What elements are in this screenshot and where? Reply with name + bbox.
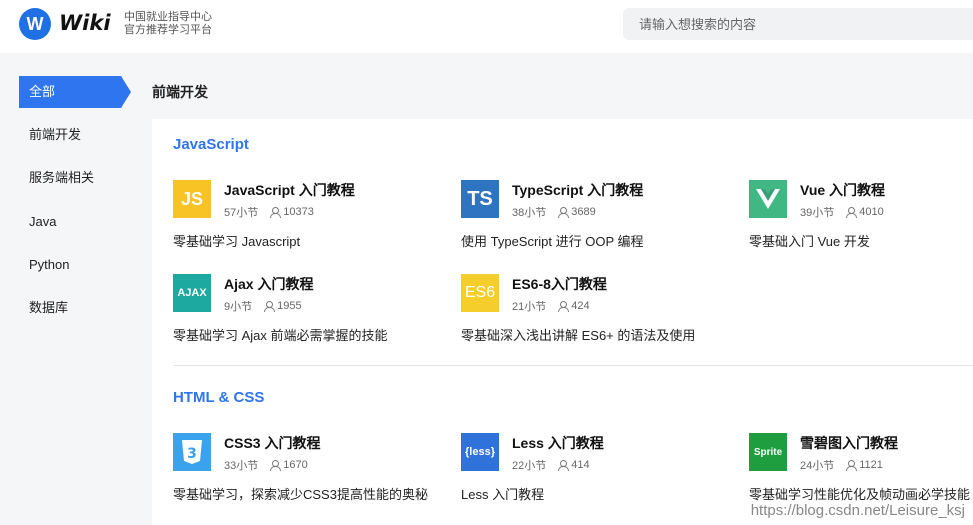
sidebar-item-frontend[interactable]: 前端开发 <box>19 119 119 151</box>
course-description: 使用 TypeScript 进行 OOP 编程 <box>461 234 644 249</box>
course-title[interactable]: Less 入门教程 <box>512 433 604 453</box>
learner-count: 10373 <box>283 206 314 218</box>
course-title[interactable]: Ajax 入门教程 <box>224 274 313 294</box>
typescript-icon: TS <box>461 180 499 218</box>
learners-icon <box>270 206 282 218</box>
sidebar-item-java[interactable]: Java <box>19 206 119 238</box>
learner-count: 414 <box>571 459 590 471</box>
sidebar-item-server[interactable]: 服务端相关 <box>19 162 119 194</box>
learners-icon <box>264 300 276 312</box>
learner-count: 3689 <box>571 206 596 218</box>
section-count: 24小节 <box>800 460 835 472</box>
section-count: 39小节 <box>800 207 835 219</box>
section-count: 9小节 <box>224 301 253 313</box>
course-title[interactable]: TypeScript 入门教程 <box>512 180 643 200</box>
tagline-line-2: 官方推荐学习平台 <box>124 24 212 36</box>
learner-count: 1955 <box>277 300 302 312</box>
learners-icon <box>558 206 570 218</box>
learner-count: 1121 <box>859 459 883 471</box>
course-card[interactable]: Sprite 雪碧图入门教程 24小节 1121 零基础学习性能优化及帧动画必学… <box>749 433 973 513</box>
watermark: https://blog.csdn.net/Leisure_ksj <box>750 502 965 519</box>
section-title-javascript: JavaScript <box>173 136 249 153</box>
top-header: W Wiki 中国就业指导中心 官方推荐学习平台 <box>0 0 973 53</box>
tagline: 中国就业指导中心 官方推荐学习平台 <box>124 11 212 37</box>
ajax-icon: AJAX <box>173 274 211 312</box>
course-description: 零基础深入浅出讲解 ES6+ 的语法及使用 <box>461 328 696 343</box>
sprite-icon: Sprite <box>749 433 787 471</box>
course-description: 零基础入门 Vue 开发 <box>749 234 870 249</box>
sidebar-item-python[interactable]: Python <box>19 249 119 281</box>
section-count: 22小节 <box>512 460 547 472</box>
sidebar-item-all[interactable]: 全部 <box>19 76 131 108</box>
search-input[interactable] <box>639 16 939 32</box>
learners-icon <box>270 459 282 471</box>
course-description: 零基础学习 Javascript <box>173 234 301 249</box>
course-description: Less 入门教程 <box>461 487 545 502</box>
course-card[interactable]: 3 CSS3 入门教程 33小节 1670 零基础学习，探索减少CSS3提高性能… <box>173 433 453 513</box>
sidebar-item-database[interactable]: 数据库 <box>19 292 119 324</box>
course-card[interactable]: Vue 入门教程 39小节 4010 零基础入门 Vue 开发 <box>749 180 973 260</box>
css3-icon: 3 <box>173 433 211 471</box>
less-icon: {less} <box>461 433 499 471</box>
course-card[interactable]: JS JavaScript 入门教程 57小节 10373 零基础学习 Java… <box>173 180 453 260</box>
course-meta: 21小节 424 <box>512 298 590 314</box>
tagline-line-1: 中国就业指导中心 <box>124 11 212 23</box>
learner-count: 1670 <box>283 459 308 471</box>
course-description: 零基础学习，探索减少CSS3提高性能的奥秘 <box>173 487 428 502</box>
course-title[interactable]: Vue 入门教程 <box>800 180 885 200</box>
javascript-icon: JS <box>173 180 211 218</box>
logo-text[interactable]: Wiki <box>59 11 111 35</box>
es6-icon: ES6 <box>461 274 499 312</box>
course-card[interactable]: TS TypeScript 入门教程 38小节 3689 使用 TypeScri… <box>461 180 741 260</box>
section-count: 38小节 <box>512 207 547 219</box>
course-card[interactable]: ES6 ES6-8入门教程 21小节 424 零基础深入浅出讲解 ES6+ 的语… <box>461 274 741 354</box>
course-meta: 24小节 1121 <box>800 457 883 473</box>
vue-icon <box>749 180 787 218</box>
course-description: 零基础学习 Ajax 前端必需掌握的技能 <box>173 328 388 343</box>
search-box[interactable] <box>623 8 973 40</box>
course-title[interactable]: CSS3 入门教程 <box>224 433 320 453</box>
learner-count: 4010 <box>859 206 884 218</box>
category-sidebar: 全部 前端开发 服务端相关 Java Python 数据库 <box>0 53 152 525</box>
learners-icon <box>558 300 570 312</box>
section-count: 33小节 <box>224 460 259 472</box>
section-count: 57小节 <box>224 207 259 219</box>
learners-icon <box>846 459 858 471</box>
course-meta: 22小节 414 <box>512 457 590 473</box>
course-meta: 57小节 10373 <box>224 204 314 220</box>
course-meta: 39小节 4010 <box>800 204 884 220</box>
learners-icon <box>846 206 858 218</box>
course-title[interactable]: JavaScript 入门教程 <box>224 180 355 200</box>
section-title-html-css: HTML & CSS <box>173 389 265 406</box>
course-card[interactable]: {less} Less 入门教程 22小节 414 Less 入门教程 <box>461 433 741 513</box>
course-description: 零基础学习性能优化及帧动画必学技能 <box>749 487 971 502</box>
section-count: 21小节 <box>512 301 547 313</box>
course-title[interactable]: ES6-8入门教程 <box>512 274 607 294</box>
learners-icon <box>558 459 570 471</box>
wiki-logo-icon[interactable]: W <box>19 8 51 40</box>
course-meta: 38小节 3689 <box>512 204 596 220</box>
learner-count: 424 <box>571 300 590 312</box>
course-meta: 9小节 1955 <box>224 298 302 314</box>
course-card[interactable]: AJAX Ajax 入门教程 9小节 1955 零基础学习 Ajax 前端必需掌… <box>173 274 453 354</box>
course-meta: 33小节 1670 <box>224 457 308 473</box>
page-title: 前端开发 <box>152 84 208 100</box>
section-divider <box>173 365 973 366</box>
css3-glyph: 3 <box>187 446 197 462</box>
course-panel: JavaScript JS JavaScript 入门教程 57小节 10373… <box>152 119 973 525</box>
course-title[interactable]: 雪碧图入门教程 <box>800 433 898 453</box>
